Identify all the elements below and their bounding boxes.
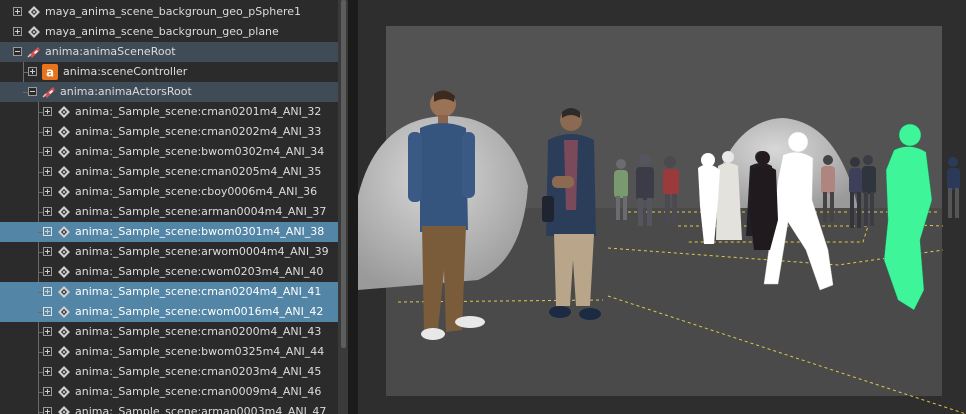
- outliner-item-label: maya_anima_scene_backgroun_geo_plane: [45, 25, 279, 38]
- outliner-item-label: anima:_Sample_scene:cman0204m4_ANI_41: [75, 285, 322, 298]
- outliner-item[interactable]: anima:_Sample_scene:cman0204m4_ANI_41: [0, 282, 338, 302]
- outliner-item-label: anima:_Sample_scene:cwom0016m4_ANI_42: [75, 305, 324, 318]
- outliner-item[interactable]: anima:animaSceneRoot: [0, 42, 338, 62]
- mesh-icon: [27, 25, 41, 39]
- outliner-item-label: anima:animaSceneRoot: [45, 45, 176, 58]
- mesh-icon: [57, 405, 71, 414]
- mesh-icon: [57, 325, 71, 339]
- expand-icon[interactable]: [43, 247, 52, 256]
- outliner-item-label: anima:_Sample_scene:bwom0302m4_ANI_34: [75, 145, 325, 158]
- anima-controller-icon: a: [42, 64, 58, 80]
- outliner-item[interactable]: anima:_Sample_scene:cman0200m4_ANI_43: [0, 322, 338, 342]
- expand-icon[interactable]: [43, 207, 52, 216]
- outliner-item[interactable]: anima:_Sample_scene:cman0201m4_ANI_32: [0, 102, 338, 122]
- expand-icon[interactable]: [43, 307, 52, 316]
- outliner-panel[interactable]: maya_anima_scene_backgroun_geo_pSphere1m…: [0, 0, 338, 414]
- expand-icon[interactable]: [43, 347, 52, 356]
- expand-icon[interactable]: [43, 387, 52, 396]
- mesh-icon: [57, 385, 71, 399]
- outliner-item[interactable]: anima:_Sample_scene:bwom0301m4_ANI_38: [0, 222, 338, 242]
- mesh-icon: [27, 5, 41, 19]
- outliner-scrollbar[interactable]: [341, 0, 346, 348]
- outliner-item-label: maya_anima_scene_backgroun_geo_pSphere1: [45, 5, 302, 18]
- expand-icon[interactable]: [28, 67, 37, 76]
- outliner-item[interactable]: anima:_Sample_scene:cwom0203m4_ANI_40: [0, 262, 338, 282]
- expand-icon[interactable]: [43, 107, 52, 116]
- outliner-item[interactable]: anima:_Sample_scene:cwom0016m4_ANI_42: [0, 302, 338, 322]
- mesh-icon: [57, 105, 71, 119]
- outliner-item[interactable]: anima:_Sample_scene:cman0203m4_ANI_45: [0, 362, 338, 382]
- mesh-icon: [57, 345, 71, 359]
- outliner-item-label: anima:_Sample_scene:cman0203m4_ANI_45: [75, 365, 322, 378]
- outliner-item[interactable]: anima:_Sample_scene:arman0003m4_ANI_47: [0, 402, 338, 414]
- outliner-item[interactable]: anima:_Sample_scene:cboy0006m4_ANI_36: [0, 182, 338, 202]
- outliner-item[interactable]: anima:_Sample_scene:cman0205m4_ANI_35: [0, 162, 338, 182]
- outliner-item[interactable]: maya_anima_scene_backgroun_geo_plane: [0, 22, 338, 42]
- mesh-icon: [57, 305, 71, 319]
- mesh-icon: [57, 365, 71, 379]
- mesh-icon: [57, 285, 71, 299]
- outliner-item-label: anima:_Sample_scene:arman0003m4_ANI_47: [75, 405, 327, 414]
- expand-icon[interactable]: [43, 127, 52, 136]
- outliner-item[interactable]: anima:_Sample_scene:bwom0302m4_ANI_34: [0, 142, 338, 162]
- expand-icon[interactable]: [13, 7, 22, 16]
- expand-icon[interactable]: [13, 27, 22, 36]
- mesh-icon: [57, 165, 71, 179]
- outliner-item-label: anima:_Sample_scene:arman0004m4_ANI_37: [75, 205, 327, 218]
- outliner-item-label: anima:_Sample_scene:cman0202m4_ANI_33: [75, 125, 322, 138]
- viewport-scene: [358, 0, 966, 414]
- outliner-item[interactable]: anima:_Sample_scene:cman0009m4_ANI_46: [0, 382, 338, 402]
- group-icon: [42, 85, 56, 99]
- mesh-icon: [57, 265, 71, 279]
- outliner-item-label: anima:_Sample_scene:arwom0004m4_ANI_39: [75, 245, 329, 258]
- outliner-item-label: anima:_Sample_scene:cboy0006m4_ANI_36: [75, 185, 318, 198]
- expand-icon[interactable]: [43, 287, 52, 296]
- expand-icon[interactable]: [43, 167, 52, 176]
- mesh-icon: [57, 225, 71, 239]
- expand-icon[interactable]: [43, 327, 52, 336]
- outliner-item-label: anima:_Sample_scene:cman0201m4_ANI_32: [75, 105, 322, 118]
- mesh-icon: [57, 145, 71, 159]
- expand-icon[interactable]: [43, 187, 52, 196]
- collapse-icon[interactable]: [13, 47, 22, 56]
- expand-icon[interactable]: [43, 147, 52, 156]
- collapse-icon[interactable]: [28, 87, 37, 96]
- outliner-item[interactable]: maya_anima_scene_backgroun_geo_pSphere1: [0, 2, 338, 22]
- expand-icon[interactable]: [43, 267, 52, 276]
- mesh-icon: [57, 245, 71, 259]
- outliner-item[interactable]: anima:animaActorsRoot: [0, 82, 338, 102]
- outliner-item-label: anima:_Sample_scene:cman0200m4_ANI_43: [75, 325, 322, 338]
- outliner-item-label: anima:_Sample_scene:bwom0301m4_ANI_38: [75, 225, 325, 238]
- expand-icon[interactable]: [43, 227, 52, 236]
- mesh-icon: [57, 205, 71, 219]
- group-icon: [27, 45, 41, 59]
- expand-icon[interactable]: [43, 407, 52, 414]
- mesh-icon: [57, 125, 71, 139]
- outliner-item[interactable]: anima:_Sample_scene:arwom0004m4_ANI_39: [0, 242, 338, 262]
- expand-icon[interactable]: [43, 367, 52, 376]
- svg-text:a: a: [46, 66, 54, 80]
- outliner-item[interactable]: anima:_Sample_scene:bwom0325m4_ANI_44: [0, 342, 338, 362]
- outliner-item-label: anima:sceneController: [63, 65, 188, 78]
- 3d-viewport[interactable]: [358, 0, 966, 414]
- outliner-item[interactable]: anima:_Sample_scene:cman0202m4_ANI_33: [0, 122, 338, 142]
- outliner-item-label: anima:_Sample_scene:cwom0203m4_ANI_40: [75, 265, 324, 278]
- outliner-item-label: anima:_Sample_scene:cman0009m4_ANI_46: [75, 385, 322, 398]
- outliner-item[interactable]: a anima:sceneController: [0, 62, 338, 82]
- outliner-item[interactable]: anima:_Sample_scene:arman0004m4_ANI_37: [0, 202, 338, 222]
- mesh-icon: [57, 185, 71, 199]
- outliner-item-label: anima:_Sample_scene:cman0205m4_ANI_35: [75, 165, 322, 178]
- outliner-item-label: anima:animaActorsRoot: [60, 85, 192, 98]
- outliner-item-label: anima:_Sample_scene:bwom0325m4_ANI_44: [75, 345, 325, 358]
